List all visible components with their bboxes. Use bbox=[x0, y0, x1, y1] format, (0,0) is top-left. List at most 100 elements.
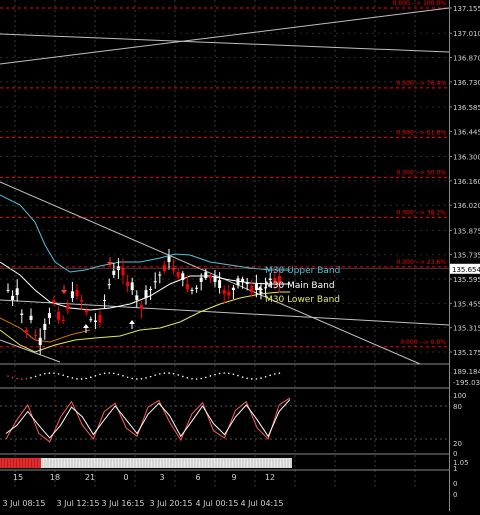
oscillator-dot bbox=[122, 375, 124, 377]
candle-body bbox=[241, 278, 245, 282]
oscillator-dot bbox=[80, 378, 83, 380]
date-tick-label: 3 Jul 20:15 bbox=[150, 499, 193, 508]
oscillator-dot bbox=[90, 376, 92, 379]
candle-body bbox=[158, 274, 162, 276]
price-axis-label: 136.445 bbox=[453, 128, 480, 136]
candle-body bbox=[11, 295, 15, 300]
oscillator-dot bbox=[159, 373, 161, 375]
progress-axis-label: 0 bbox=[453, 480, 457, 488]
candle-body bbox=[149, 289, 153, 291]
candle-body bbox=[98, 315, 102, 323]
candle-body bbox=[43, 323, 47, 330]
fib-level-label: 0.000 --> 61.8% bbox=[397, 129, 447, 136]
stochastic-panel bbox=[0, 397, 449, 443]
candle-body bbox=[195, 287, 199, 289]
candle-body bbox=[93, 320, 97, 322]
trendline bbox=[0, 339, 61, 363]
candle-body bbox=[204, 272, 208, 278]
oscillator-dot bbox=[71, 377, 74, 379]
candle-body bbox=[130, 282, 134, 290]
candle-body bbox=[107, 284, 111, 286]
chart-grid bbox=[0, 0, 449, 490]
oscillator-dot bbox=[34, 375, 37, 378]
candle-body bbox=[6, 289, 10, 291]
oscillator-dot bbox=[168, 372, 170, 374]
price-axis-label: 137.155 bbox=[453, 5, 480, 13]
candle-body bbox=[245, 283, 249, 285]
oscillator-dot bbox=[228, 372, 230, 375]
oscillator-dot bbox=[126, 376, 129, 379]
oscillator-dot bbox=[246, 377, 248, 380]
oscillator-dot bbox=[163, 372, 166, 374]
stochastic-axis-label: 100 bbox=[453, 392, 466, 400]
candle-body bbox=[250, 286, 254, 293]
time-tick-label: 12 bbox=[265, 473, 275, 482]
candle-body bbox=[47, 313, 51, 318]
trendline bbox=[0, 181, 421, 365]
time-tick-label: 9 bbox=[231, 473, 236, 482]
oscillator-dot bbox=[195, 378, 198, 380]
price-axis-label: 136.585 bbox=[453, 104, 480, 112]
candle-body bbox=[121, 268, 125, 276]
oscillator-dot bbox=[269, 374, 272, 377]
oscillator-dot bbox=[149, 375, 152, 378]
oscillator-dot bbox=[274, 373, 276, 375]
oscillator-dot bbox=[117, 373, 120, 376]
progress-axis-label: 1 bbox=[453, 465, 457, 473]
oscillator-dot bbox=[113, 372, 115, 375]
down-arrow-icon bbox=[61, 290, 67, 294]
oscillator-dot bbox=[30, 376, 32, 379]
oscillator-dot bbox=[241, 376, 244, 378]
candle-body bbox=[135, 295, 139, 300]
candle-body bbox=[57, 312, 61, 320]
oscillator-dot bbox=[140, 378, 143, 380]
oscillator-dot bbox=[191, 377, 193, 380]
candle-body bbox=[20, 313, 24, 315]
fib-level-label: 0.000 --> 100.0% bbox=[393, 0, 447, 7]
date-tick-label: 3 Jul 12:15 bbox=[57, 499, 100, 508]
oscillator-dot bbox=[205, 376, 207, 379]
progress-axis-label: 0 bbox=[453, 491, 457, 499]
fib-level-label: 0.000 --> 0.0% bbox=[400, 339, 446, 346]
candle-body bbox=[222, 290, 226, 294]
chart-canvas: 0.000 --> 100.0% 0.000 --> 76.4% 0.000 -->… bbox=[0, 0, 480, 511]
date-tick-label: 4 Jul 04:15 bbox=[241, 499, 284, 508]
candle-body bbox=[199, 277, 203, 282]
progress-panel bbox=[0, 458, 292, 468]
oscillator-dot bbox=[218, 372, 221, 375]
candle-body bbox=[84, 310, 88, 313]
candle-body bbox=[167, 256, 171, 262]
oscillator-dot bbox=[62, 374, 64, 376]
candle-body bbox=[61, 320, 65, 321]
oscillator-dot bbox=[278, 372, 281, 374]
candlestick-series bbox=[6, 248, 281, 355]
stochastic-axis-label: 0 bbox=[453, 450, 457, 458]
time-tick-label: 6 bbox=[195, 473, 200, 482]
time-axis: 15 18 21 0 3 6 9 123 Jul 08:15 3 Jul 12:15 3 Jul … bbox=[3, 473, 284, 508]
price-axis-label: 136.730 bbox=[453, 79, 480, 87]
lower-band-line bbox=[0, 291, 290, 353]
candle-body bbox=[268, 278, 272, 280]
candle-body bbox=[103, 299, 107, 301]
candle-body bbox=[75, 290, 79, 297]
price-axis-label: 135.595 bbox=[453, 276, 480, 284]
candle-body bbox=[181, 273, 185, 280]
stochastic-axis-label: 80 bbox=[453, 403, 462, 411]
time-tick-label: 15 bbox=[13, 473, 23, 482]
candle-body bbox=[144, 290, 148, 298]
candle-body bbox=[162, 265, 166, 272]
candle-body bbox=[153, 281, 157, 283]
progress-track bbox=[0, 458, 292, 468]
osc-axis-label: 189.1845 bbox=[453, 368, 480, 376]
candle-body bbox=[213, 275, 217, 282]
osc-axis-label: -195.0375 bbox=[453, 379, 480, 387]
candle-body bbox=[218, 280, 222, 288]
oscillator-panel bbox=[7, 372, 281, 380]
main-band-label: M30 Main Band bbox=[265, 281, 335, 291]
date-tick-label: 3 Jul 08:15 bbox=[3, 499, 46, 508]
time-tick-label: 21 bbox=[85, 473, 95, 482]
candle-body bbox=[29, 315, 33, 320]
oscillator-dot bbox=[145, 377, 147, 379]
time-tick-label: 0 bbox=[123, 473, 128, 482]
price-axis-label: 135.735 bbox=[453, 252, 480, 260]
